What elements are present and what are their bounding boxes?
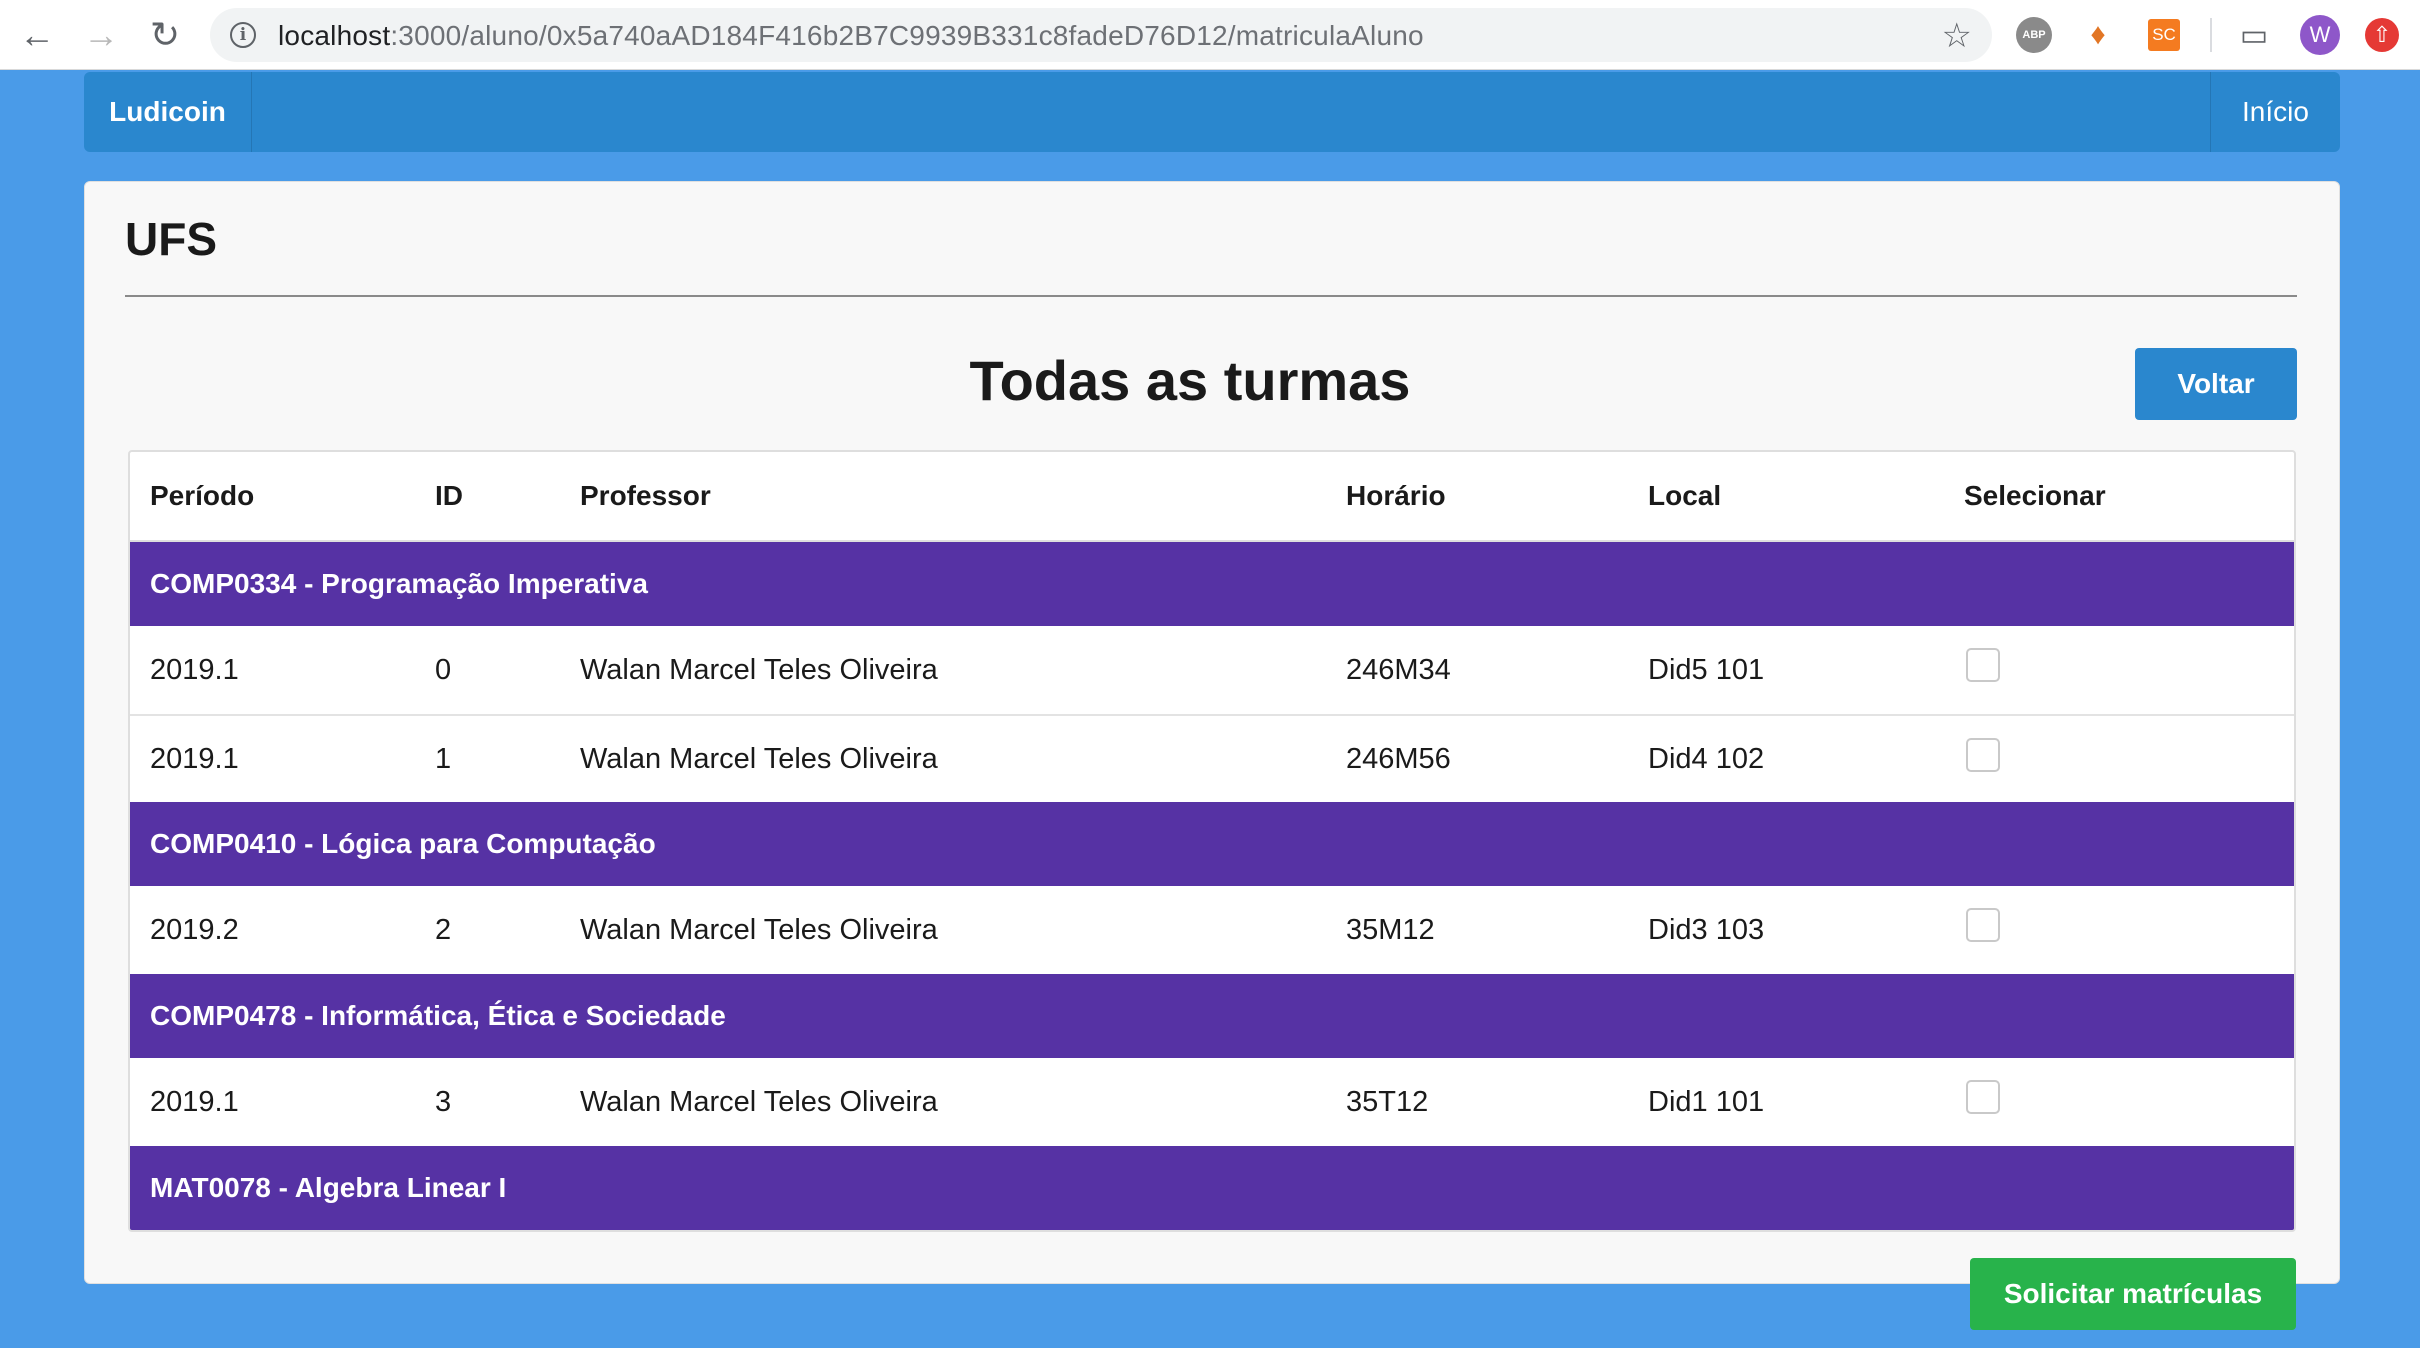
info-icon[interactable]: i [230,22,256,48]
cell-id: 2 [435,913,452,946]
request-enrollment-button[interactable]: Solicitar matrículas [1970,1258,2296,1330]
cell-professor: Walan Marcel Teles Oliveira [580,742,938,775]
profile-avatar[interactable]: W [2300,15,2340,55]
course-name: MAT0078 - Algebra Linear I [150,1172,507,1203]
page-title: UFS [125,213,217,265]
select-checkbox[interactable] [1966,738,2000,772]
main-card: UFS Todas as turmas Voltar Período ID Pr… [84,181,2340,1284]
cell-id: 3 [435,1085,452,1118]
table-row: 2019.2 2 Walan Marcel Teles Oliveira 35M… [130,886,2294,974]
header-selecionar: Selecionar [1964,480,2106,511]
cell-periodo: 2019.2 [150,913,239,946]
course-group-row: COMP0478 - Informática, Ética e Sociedad… [130,974,2294,1058]
cell-professor: Walan Marcel Teles Oliveira [580,913,938,946]
address-bar[interactable]: i localhost:3000/aluno/0x5a740aAD184F416… [210,8,1992,62]
url-text[interactable]: localhost:3000/aluno/0x5a740aAD184F416b2… [278,20,1424,52]
nav-home-link[interactable]: Início [2210,72,2340,152]
select-checkbox[interactable] [1966,1080,2000,1114]
cell-local: Did3 103 [1648,913,1765,946]
course-name: COMP0334 - Programação Imperativa [150,568,648,599]
cell-horario: 35T12 [1346,1085,1429,1118]
table-row: 2019.1 1 Walan Marcel Teles Oliveira 246… [130,714,2294,802]
table-row: 2019.1 0 Walan Marcel Teles Oliveira 246… [130,626,2294,714]
cell-periodo: 2019.1 [150,742,239,775]
url-host: localhost [278,20,391,51]
select-checkbox[interactable] [1966,648,2000,682]
brand-link[interactable]: Ludicoin [84,72,252,152]
title-divider [125,295,2297,297]
header-periodo: Período [150,480,255,511]
app-navbar: Ludicoin Início [84,72,2340,152]
bookmark-star-icon[interactable]: ☆ [1942,16,1972,56]
header-local: Local [1648,480,1722,511]
cell-periodo: 2019.1 [150,653,239,686]
cell-horario: 246M34 [1346,653,1451,686]
back-button[interactable]: Voltar [2135,348,2297,420]
url-path: :3000/aluno/0x5a740aAD184F416b2B7C9939B3… [390,20,1424,51]
adblock-extension-icon[interactable]: ABP [2016,17,2052,53]
toolbar-divider [2210,18,2212,52]
update-arrow-icon[interactable]: ⇧ [2365,18,2399,52]
cell-periodo: 2019.1 [150,1085,239,1118]
cell-local: Did1 101 [1648,1085,1765,1118]
course-group-row: COMP0410 - Lógica para Computação [130,802,2294,886]
course-name: COMP0410 - Lógica para Computação [150,828,656,859]
cell-professor: Walan Marcel Teles Oliveira [580,653,938,686]
classes-table: Período ID Professor Horário Local Selec… [128,450,2296,1232]
cell-horario: 35M12 [1346,913,1435,946]
cell-professor: Walan Marcel Teles Oliveira [580,1085,938,1118]
cell-id: 0 [435,653,452,686]
course-name: COMP0478 - Informática, Ética e Sociedad… [150,1000,726,1031]
table-header: Período ID Professor Horário Local Selec… [130,452,2294,542]
course-group-row: COMP0334 - Programação Imperativa [130,542,2294,626]
course-group-row: MAT0078 - Algebra Linear I [130,1146,2294,1230]
sc-extension-icon[interactable]: SC [2148,19,2180,51]
cell-local: Did4 102 [1648,742,1765,775]
metamask-extension-icon[interactable]: ♦ [2080,17,2116,53]
cell-local: Did5 101 [1648,653,1765,686]
table-row: 2019.1 3 Walan Marcel Teles Oliveira 35T… [130,1058,2294,1146]
browser-toolbar: ← → ↻ i localhost:3000/aluno/0x5a740aAD1… [0,0,2420,70]
header-horario: Horário [1346,480,1446,511]
back-arrow-icon[interactable]: ← [12,10,62,60]
reload-icon[interactable]: ↻ [140,10,190,60]
cell-id: 1 [435,742,452,775]
header-id: ID [435,480,463,511]
select-checkbox[interactable] [1966,908,2000,942]
header-professor: Professor [580,480,711,511]
cast-icon[interactable]: ▭ [2236,17,2272,53]
section-title: Todas as turmas [969,349,1411,412]
forward-arrow-icon[interactable]: → [76,10,126,60]
cell-horario: 246M56 [1346,742,1451,775]
